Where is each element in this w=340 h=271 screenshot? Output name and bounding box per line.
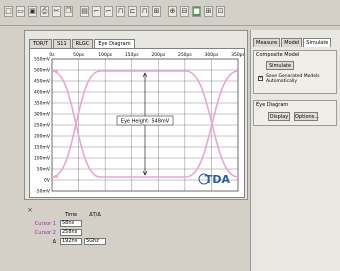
delta-time[interactable]: 192ns — [60, 238, 82, 245]
time-header: Time — [64, 211, 78, 218]
y-tick-label: 550mV — [34, 57, 51, 63]
cursor-2-label: Cursor 2 — [34, 229, 56, 236]
green-run-icon[interactable]: ■ — [192, 6, 201, 17]
y-tick-label: 350mV — [34, 101, 51, 107]
save-models-label: Save Generated Models Automatically — [266, 74, 320, 84]
y-tick-label: 100mV — [34, 156, 51, 162]
cursor-header-row: Time ΔT/Δ — [34, 210, 144, 219]
display-button[interactable]: Display — [268, 112, 290, 121]
new-icon[interactable]: □ — [4, 6, 13, 17]
analysis-tabs: TDR/T S11 RLGC Eye Diagram — [29, 39, 136, 48]
tab-model[interactable]: Model — [281, 38, 303, 47]
cut-icon[interactable]: ✂ — [52, 6, 61, 17]
tab-s11[interactable]: S11 — [53, 39, 71, 48]
stop-icon[interactable]: ⊟ — [180, 6, 189, 17]
composite-model-group: Composite Model Simulate ✓ Save Generate… — [253, 50, 337, 94]
eye-trace — [51, 70, 101, 178]
options-button[interactable]: Options... — [294, 112, 319, 121]
zoom-icon[interactable]: ⊓ — [140, 6, 149, 17]
y-tick-label: 200mV — [34, 134, 51, 140]
cursor-table: Time ΔT/Δ Cursor 1 58ns Cursor 2 258ns Δ… — [34, 210, 144, 246]
simulate-button[interactable]: Simulate — [266, 61, 294, 70]
paste-icon[interactable]: ▤ — [80, 6, 89, 17]
delta-header: ΔT/Δ — [89, 211, 101, 218]
y-tick-label: 300mV — [34, 112, 51, 118]
cursor-row-delta: Δ 192ns 5Ghz — [34, 237, 144, 246]
cursor-1-time[interactable]: 58ns — [60, 220, 82, 227]
tab-measure[interactable]: Measure — [253, 38, 281, 47]
eye-height-label: Eye Height: 548mV — [121, 119, 170, 125]
cursor-icon[interactable]: ⊏ — [128, 6, 137, 17]
composite-model-title: Composite Model — [256, 52, 300, 58]
eye-trace — [185, 70, 239, 178]
y-tick-label: 50mV — [37, 167, 51, 173]
save-icon[interactable]: ▣ — [28, 6, 37, 17]
cursor-row-1: Cursor 1 58ns — [34, 219, 144, 228]
open-icon[interactable]: ▭ — [16, 6, 25, 17]
tab-eye-diagram[interactable]: Eye Diagram — [94, 39, 135, 48]
cursor-row-2: Cursor 2 258ns — [34, 228, 144, 237]
delta-frequency[interactable]: 5Ghz — [84, 238, 106, 245]
save-models-checkbox[interactable]: ✓ — [258, 76, 263, 81]
eye-diagram-plot[interactable]: 0s 50ps 100ps 150ps 200ps 250ps 300ps 350ps 550m… — [29, 48, 245, 198]
layout-icon[interactable]: ⊡ — [216, 6, 225, 17]
eye-diagram-canvas[interactable]: 0s 50ps 100ps 150ps 200ps 250ps 300ps 350ps 550m… — [30, 49, 244, 197]
tab-simulate[interactable]: Simulate — [303, 38, 332, 47]
x-tick-label: 0s — [49, 52, 55, 58]
y-tick-label: 400mV — [34, 90, 51, 96]
run-icon[interactable]: ⊕ — [168, 6, 177, 17]
settings-icon[interactable]: ⊞ — [204, 6, 213, 17]
x-tick-label: 50ps — [73, 52, 85, 58]
y-tick-label: 0V — [44, 178, 51, 184]
eye-diagram-title: Eye Diagram — [256, 102, 289, 108]
eye-diagram-group: Eye Diagram Display Options... — [253, 100, 337, 126]
control-panel: Measure Model Simulate Composite Model S… — [250, 30, 340, 271]
x-tick-label: 100ps — [98, 52, 112, 58]
y-tick-label: -50mV — [35, 189, 51, 195]
close-icon[interactable]: × — [27, 206, 33, 214]
cursor-2-time[interactable]: 258ns — [60, 229, 82, 236]
y-tick-label: 500mV — [34, 68, 51, 74]
x-tick-label: 200ps — [151, 52, 165, 58]
control-tabs: Measure Model Simulate — [253, 38, 332, 47]
probe-icon[interactable]: ⌐ — [104, 6, 113, 17]
measure-icon[interactable]: ⊓ — [116, 6, 125, 17]
copy-icon[interactable]: ❐ — [64, 6, 73, 17]
delta-label: Δ — [52, 238, 56, 245]
y-tick-label: 150mV — [34, 145, 51, 151]
x-tick-label: 300ps — [205, 52, 219, 58]
tab-rlgc[interactable]: RLGC — [71, 39, 94, 48]
grid-icon[interactable]: ⊞ — [152, 6, 161, 17]
wire-icon[interactable]: ⌐ — [92, 6, 101, 17]
analysis-panel: TDR/T S11 RLGC Eye Diagram 0s 50ps 100ps 15… — [24, 30, 248, 200]
x-tick-label: 350ps — [231, 52, 244, 58]
print-icon[interactable]: ⎙ — [40, 6, 49, 17]
y-tick-label: 250mV — [34, 123, 51, 129]
tab-tdr[interactable]: TDR/T — [29, 39, 53, 48]
x-tick-label: 150ps — [125, 52, 139, 58]
x-tick-label: 250ps — [178, 52, 192, 58]
cursor-1-label: Cursor 1 — [34, 220, 56, 227]
y-tick-label: 450mV — [34, 79, 51, 85]
toolbar: □ ▭ ▣ ⎙ ✂ ❐ ▤ ⌐ ⌐ ⊓ ⊏ ⊓ ⊞ ⊕ ⊟ ■ ⊞ ⊡ — [0, 0, 340, 26]
